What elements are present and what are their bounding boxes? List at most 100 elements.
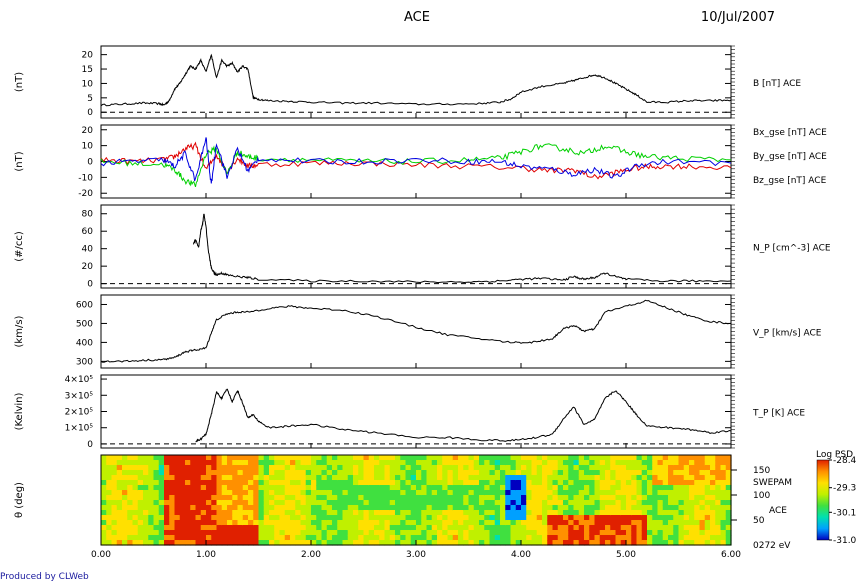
heatmap-cell [153, 470, 160, 476]
heatmap-cell [715, 475, 722, 481]
heatmap-cell [720, 490, 727, 496]
heatmap-cell [316, 455, 323, 461]
heatmap-cell [179, 485, 186, 491]
heatmap-cell [258, 495, 265, 501]
heatmap-cell [563, 510, 569, 516]
heatmap-cell [626, 525, 632, 531]
heatmap-cell [295, 460, 302, 466]
heatmap-cell [279, 460, 286, 466]
heatmap-cell [279, 515, 286, 521]
heatmap-cell [437, 525, 443, 531]
heatmap-cell [174, 485, 181, 491]
heatmap-cell [657, 535, 664, 541]
heatmap-cell [148, 465, 155, 471]
heatmap-cell [179, 525, 186, 531]
heatmap-cell [316, 460, 323, 466]
heatmap-cell [447, 455, 454, 461]
heatmap-cell [542, 485, 548, 491]
heatmap-cell [536, 530, 543, 536]
heatmap-cell [153, 475, 160, 481]
heatmap-cell [479, 530, 485, 536]
heatmap-cell [515, 495, 522, 501]
heatmap-cell [253, 525, 260, 531]
heatmap-cell [311, 535, 317, 541]
heatmap-cell [269, 505, 275, 511]
heatmap-cell [143, 470, 149, 476]
heatmap-cell [468, 465, 475, 471]
heatmap-cell [379, 480, 386, 486]
heatmap-cell [620, 495, 627, 501]
heatmap-cell [500, 500, 506, 506]
heatmap-cell [279, 475, 286, 481]
heatmap-cell [395, 465, 401, 471]
y-tick-label: 150 [753, 466, 770, 476]
heatmap-cell [284, 475, 291, 481]
heatmap-cell [500, 530, 506, 536]
heatmap-cell [641, 455, 648, 461]
heatmap-cell [620, 515, 627, 521]
heatmap-cell [500, 485, 506, 491]
heatmap-cell [599, 455, 606, 461]
heatmap-cell [536, 490, 543, 496]
heatmap-cell [216, 510, 223, 516]
heatmap-cell [305, 480, 312, 486]
heatmap-cell [484, 475, 491, 481]
heatmap-cell [652, 510, 659, 516]
heatmap-cell [132, 490, 139, 496]
heatmap-cell [626, 530, 632, 536]
heatmap-cell [122, 515, 128, 521]
heatmap-cell [132, 465, 139, 471]
heatmap-cell [405, 495, 412, 501]
heatmap-cell [101, 460, 107, 466]
heatmap-cell [347, 485, 354, 491]
heatmap-cell [195, 520, 202, 526]
heatmap-cell [106, 460, 113, 466]
heatmap-cell [395, 490, 401, 496]
heatmap-cell [263, 485, 270, 491]
heatmap-cell [211, 535, 218, 541]
heatmap-cell [673, 460, 680, 466]
heatmap-cell [542, 500, 548, 506]
heatmap-cell [174, 515, 181, 521]
heatmap-cell [316, 525, 323, 531]
heatmap-cell [584, 525, 590, 531]
heatmap-cell [132, 520, 139, 526]
heatmap-cell [694, 455, 701, 461]
heatmap-cell [668, 535, 674, 541]
heatmap-cell [704, 490, 711, 496]
heatmap-cell [332, 460, 338, 466]
heatmap-cell [426, 520, 433, 526]
heatmap-cell [153, 535, 160, 541]
heatmap-cell [211, 495, 218, 501]
heatmap-cell [458, 505, 464, 511]
heatmap-cell [174, 460, 181, 466]
heatmap-cell [174, 490, 181, 496]
heatmap-cell [227, 525, 233, 531]
heatmap-cell [494, 470, 501, 476]
heatmap-cell [326, 485, 333, 491]
heatmap-cell [274, 490, 281, 496]
heatmap-cells [101, 455, 732, 546]
heatmap-cell [589, 530, 596, 536]
heatmap-cell [206, 535, 212, 541]
heatmap-cell [710, 505, 716, 511]
heatmap-cell [641, 520, 648, 526]
heatmap-cell [148, 495, 155, 501]
heatmap-cell [594, 525, 601, 531]
heatmap-cell [332, 475, 338, 481]
heatmap-cell [258, 530, 265, 536]
heatmap-cell [122, 530, 128, 536]
heatmap-cell [426, 490, 433, 496]
heatmap-cell [190, 525, 197, 531]
heatmap-cell [704, 515, 711, 521]
heatmap-cell [116, 460, 123, 466]
heatmap-cell [458, 535, 464, 541]
heatmap-cell [389, 485, 396, 491]
heatmap-cell [626, 470, 632, 476]
heatmap-cell [305, 485, 312, 491]
heatmap-cell [405, 515, 412, 521]
heatmap-cell [311, 485, 317, 491]
heatmap-cell [379, 490, 386, 496]
heatmap-cell [489, 490, 496, 496]
heatmap-cell [137, 525, 144, 531]
